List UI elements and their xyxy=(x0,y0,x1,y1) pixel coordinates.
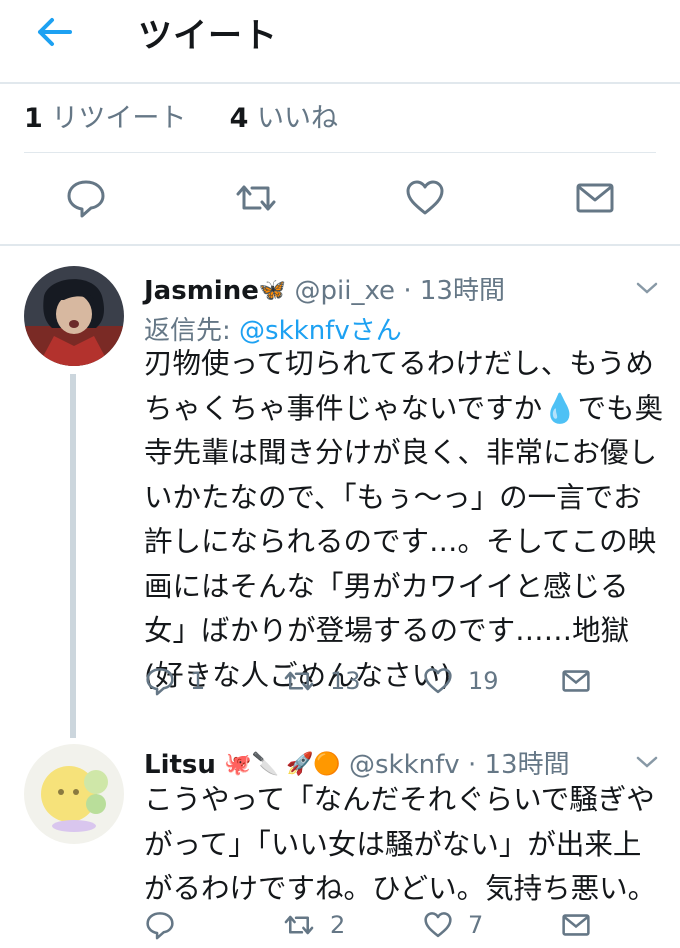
like-icon xyxy=(424,912,452,938)
tweet-action-bar: 1 13 19 xyxy=(144,664,664,698)
timestamp[interactable]: · 13時間 xyxy=(468,750,570,780)
retweet-button[interactable]: 2 xyxy=(282,908,345,942)
tweet-header: Jasmine🦋 @pii_xe · 13時間 xyxy=(144,270,505,307)
tweet-text: 刃物使って切られてるわけだし、もうめちゃくちゃ事件じゃないですか💧でも奥寺先輩は… xyxy=(144,347,664,692)
page-title: ツイート xyxy=(138,16,278,56)
retweet-label[interactable]: リツイート xyxy=(51,103,186,134)
timestamp[interactable]: · 13時間 xyxy=(403,276,505,306)
share-button[interactable] xyxy=(560,664,606,698)
retweet-count: 2 xyxy=(330,911,346,939)
top-bar: ツイート xyxy=(0,0,680,84)
tweet-action-bar: 2 7 xyxy=(144,908,664,942)
tweet-header: Litsu 🐙🔪 🚀🟠 @skknfv · 13時間 xyxy=(144,744,570,781)
share-icon xyxy=(562,670,590,692)
retweet-count[interactable]: 1 xyxy=(24,103,43,134)
reply-button[interactable]: 1 xyxy=(144,664,205,698)
like-button[interactable]: 19 xyxy=(422,664,499,698)
chevron-down-icon[interactable] xyxy=(636,754,658,768)
share-icon[interactable] xyxy=(573,176,617,220)
reply-tweet[interactable]: Litsu 🐙🔪 🚀🟠 @skknfv · 13時間 こうやって「なんだそれぐら… xyxy=(0,736,680,948)
retweet-icon[interactable] xyxy=(234,176,278,220)
handle[interactable]: @skknfv xyxy=(349,750,460,780)
thread-line xyxy=(70,374,76,738)
engagement-stats: 1 リツイート 4 いいね xyxy=(24,96,338,135)
display-name[interactable]: Litsu xyxy=(144,750,216,780)
retweet-icon xyxy=(284,671,314,691)
retweet-icon xyxy=(284,915,314,935)
tweet-action-bar xyxy=(0,176,680,224)
reply-button[interactable] xyxy=(144,908,190,942)
like-count: 19 xyxy=(468,667,499,695)
chevron-down-icon[interactable] xyxy=(636,280,658,294)
reply-icon xyxy=(146,668,174,696)
tweet-text: こうやって「なんだそれぐらいで騒ぎやがって」「いい女は騒がない」が出来上がるわけ… xyxy=(144,783,657,905)
share-button[interactable] xyxy=(560,908,606,942)
arrow-left-icon[interactable] xyxy=(34,14,74,50)
like-count: 7 xyxy=(468,911,484,939)
like-label[interactable]: いいね xyxy=(257,103,338,134)
like-button[interactable]: 7 xyxy=(422,908,483,942)
avatar[interactable] xyxy=(24,744,124,844)
reply-count: 1 xyxy=(190,667,206,695)
retweet-button[interactable]: 13 xyxy=(282,664,361,698)
like-icon xyxy=(424,668,452,694)
handle[interactable]: @pii_xe xyxy=(295,276,396,306)
name-emoji: 🐙🔪 🚀🟠 xyxy=(224,752,341,777)
share-icon xyxy=(562,914,590,936)
display-name[interactable]: Jasmine xyxy=(144,276,259,306)
reply-icon[interactable] xyxy=(64,176,108,220)
retweet-count: 13 xyxy=(330,667,361,695)
reply-tweet[interactable]: Jasmine🦋 @pii_xe · 13時間 返信先: @skknfvさん 刃… xyxy=(0,246,680,738)
avatar[interactable] xyxy=(24,266,124,366)
divider xyxy=(24,152,656,153)
name-emoji: 🦋 xyxy=(258,278,287,303)
reply-icon xyxy=(146,912,174,940)
like-count[interactable]: 4 xyxy=(230,103,249,134)
like-icon[interactable] xyxy=(403,176,447,220)
